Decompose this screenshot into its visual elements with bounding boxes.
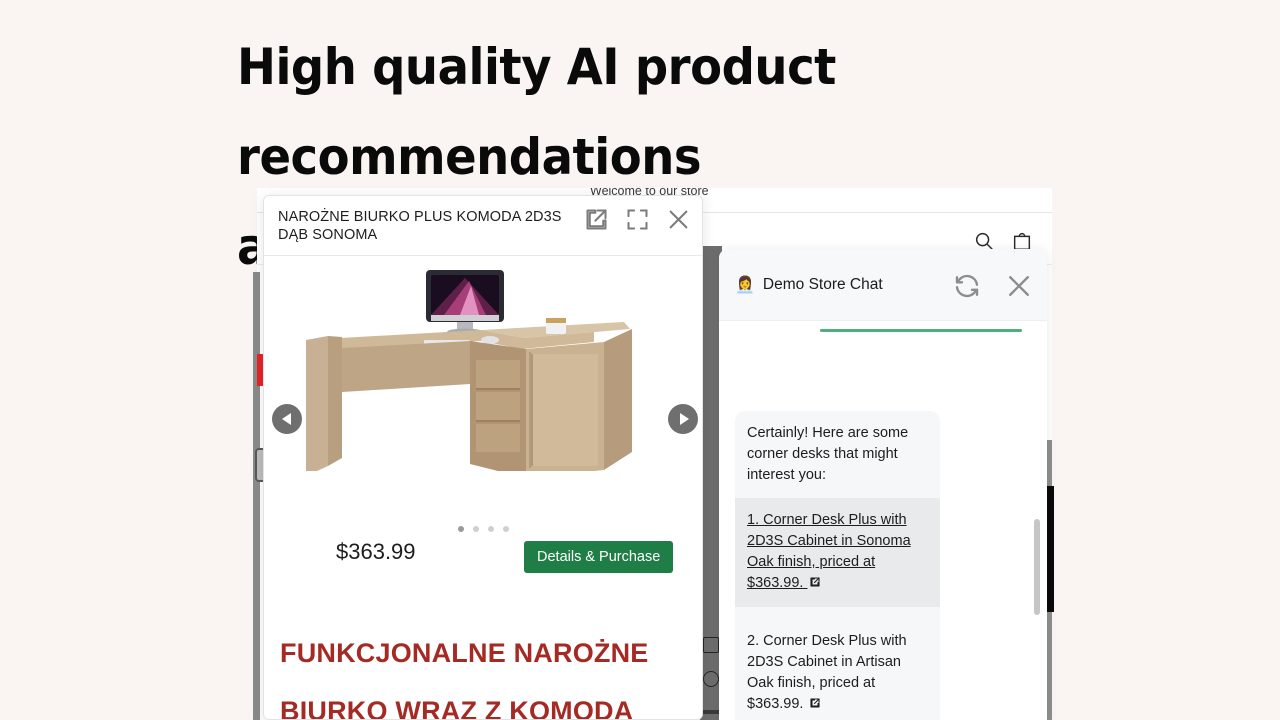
product-preview-card: NAROŻNE BIURKO PLUS KOMODA 2D3S DĄB SONO…: [263, 195, 703, 720]
chat-message-list[interactable]: Certainly! Here are some corner desks th…: [719, 321, 1047, 720]
carousel-prev-button[interactable]: [272, 404, 302, 434]
store-left-gutter: [253, 272, 260, 720]
chat-widget: 👩‍💼 Demo Store Chat Certa: [719, 249, 1047, 720]
close-icon[interactable]: [1004, 271, 1034, 301]
carousel-dot[interactable]: [472, 526, 479, 532]
product-promo-text: FUNKCJONALNE NAROŻNE BIURKO WRAZ Z KOMOD…: [280, 638, 649, 720]
recommendation-text: 1. Corner Desk Plus with 2D3S Cabinet in…: [747, 512, 911, 591]
close-icon[interactable]: [665, 206, 692, 233]
store-thumbnail-icon: [703, 637, 719, 653]
recommendation-item-2[interactable]: 2. Corner Desk Plus with 2D3S Cabinet in…: [735, 619, 940, 720]
recommendation-item-1[interactable]: 1. Corner Desk Plus with 2D3S Cabinet in…: [735, 498, 940, 607]
chat-bubble-assistant: Certainly! Here are some corner desks th…: [735, 411, 940, 720]
product-card-body: $363.99 Details & Purchase FUNKCJONALNE …: [264, 256, 702, 720]
agent-avatar-icon: 👩‍💼: [735, 276, 755, 294]
refresh-icon[interactable]: [952, 271, 982, 301]
store-circle-icon: [703, 671, 719, 687]
open-in-new-icon[interactable]: [809, 574, 821, 595]
open-in-new-icon[interactable]: [809, 695, 821, 716]
chat-scrollbar-thumb[interactable]: [1034, 519, 1040, 615]
chat-title: Demo Store Chat: [762, 275, 883, 293]
chevron-left-icon: [281, 413, 291, 425]
open-in-new-icon[interactable]: [583, 206, 610, 233]
carousel-dot[interactable]: [487, 526, 494, 532]
recommendation-text: 2. Corner Desk Plus with 2D3S Cabinet in…: [747, 633, 907, 712]
product-price: $363.99: [336, 539, 416, 564]
product-card-actions: [583, 206, 692, 233]
details-and-purchase-button[interactable]: Details & Purchase: [524, 541, 674, 573]
screenshot-stage: High quality AI product recommendations …: [0, 0, 1280, 720]
product-card-header: NAROŻNE BIURKO PLUS KOMODA 2D3S DĄB SONO…: [264, 196, 702, 256]
expand-icon[interactable]: [624, 206, 651, 233]
carousel-dot[interactable]: [502, 526, 509, 532]
chat-intro-text: Certainly! Here are some corner desks th…: [747, 425, 909, 483]
chat-divider: [820, 329, 1022, 332]
product-image: [264, 256, 702, 478]
carousel-dot[interactable]: [457, 526, 464, 532]
page-scrollbar-thumb[interactable]: [1046, 486, 1054, 612]
product-title: NAROŻNE BIURKO PLUS KOMODA 2D3S DĄB SONO…: [278, 209, 562, 243]
chat-header: 👩‍💼 Demo Store Chat: [719, 249, 1047, 321]
chat-header-actions: [952, 271, 1034, 301]
carousel-dots[interactable]: [264, 526, 702, 532]
chevron-right-icon: [679, 413, 689, 425]
carousel-next-button[interactable]: [668, 404, 698, 434]
